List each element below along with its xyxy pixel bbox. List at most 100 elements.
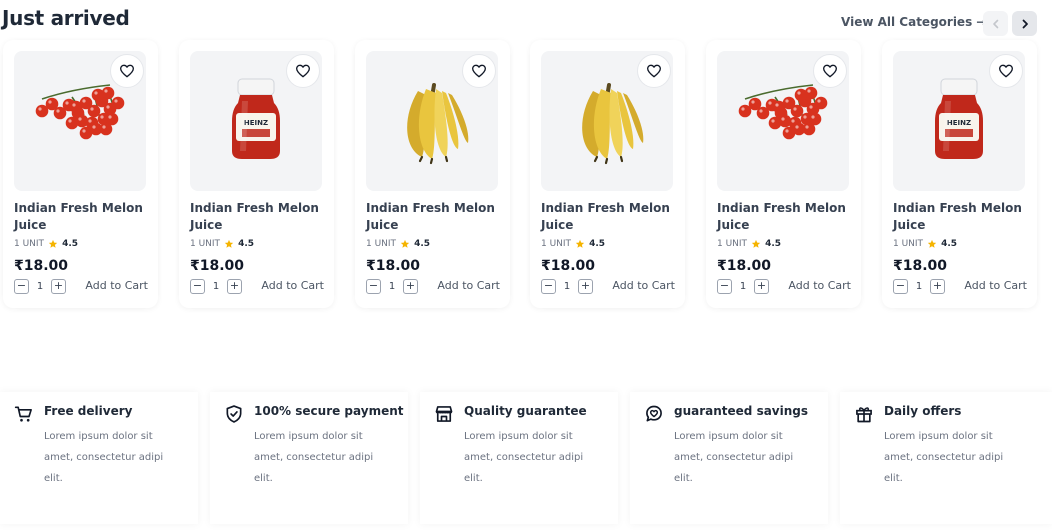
quantity-stepper: − 1 + — [717, 279, 769, 294]
product-rating: 4.5 — [941, 239, 958, 249]
shield-check-icon — [226, 405, 242, 423]
feature-description-line: amet, consectetur adipi — [254, 452, 374, 463]
wishlist-button[interactable] — [813, 54, 847, 88]
increase-qty-button[interactable]: + — [930, 279, 945, 294]
wishlist-button[interactable] — [637, 54, 671, 88]
product-name[interactable]: Indian Fresh Melon Juice — [366, 200, 498, 234]
product-name[interactable]: Indian Fresh Melon Juice — [893, 200, 1025, 234]
wishlist-button[interactable] — [462, 54, 496, 88]
increase-qty-button[interactable]: + — [578, 279, 593, 294]
wishlist-button[interactable] — [286, 54, 320, 88]
quantity-stepper: − 1 + — [366, 279, 418, 294]
product-meta: 1 UNIT 4.5 — [190, 239, 254, 249]
shield-check-icon-wrap — [224, 404, 244, 424]
product-price: ₹18.00 — [190, 258, 245, 274]
decrease-qty-button[interactable]: − — [14, 279, 29, 294]
features-section: Free delivery Lorem ipsum dolor sit amet, … — [0, 392, 1052, 531]
add-to-cart-button[interactable]: Add to Cart — [788, 279, 851, 292]
product-unit: 1 UNIT — [893, 239, 924, 249]
view-all-label: View All Categories — [841, 15, 973, 29]
decrease-qty-button[interactable]: − — [366, 279, 381, 294]
product-unit: 1 UNIT — [366, 239, 397, 249]
add-to-cart-button[interactable]: Add to Cart — [261, 279, 324, 292]
quantity-value: 1 — [915, 281, 923, 292]
decrease-qty-button[interactable]: − — [190, 279, 205, 294]
feature-card: Quality guarantee Lorem ipsum dolor sit am… — [420, 392, 618, 524]
svg-text:HEINZ: HEINZ — [947, 119, 971, 127]
product-rating: 4.5 — [414, 239, 431, 249]
carousel-prev-button[interactable] — [983, 11, 1008, 36]
feature-description-line: amet, consectetur adipi — [884, 452, 1004, 463]
wishlist-button[interactable] — [110, 54, 144, 88]
cart-icon-wrap — [14, 404, 34, 424]
product-card[interactable]: HEINZ Indian Fresh Melon Juice 1 UNIT 4.… — [882, 40, 1037, 308]
section-title: Just arrived — [2, 6, 130, 30]
star-icon — [575, 239, 585, 248]
increase-qty-button[interactable]: + — [754, 279, 769, 294]
feature-card: guaranteed savings Lorem ipsum dolor sit a… — [630, 392, 828, 524]
product-price: ₹18.00 — [366, 258, 421, 274]
product-name[interactable]: Indian Fresh Melon Juice — [717, 200, 849, 234]
add-to-cart-button[interactable]: Add to Cart — [612, 279, 675, 292]
gift-icon-wrap — [854, 404, 874, 424]
add-to-cart-button[interactable]: Add to Cart — [964, 279, 1027, 292]
svg-text:HEINZ: HEINZ — [244, 119, 268, 127]
view-all-categories-link[interactable]: View All Categories → — [841, 15, 986, 29]
heart-icon — [999, 64, 1013, 78]
product-unit: 1 UNIT — [717, 239, 748, 249]
quantity-value: 1 — [388, 281, 396, 292]
feature-title: Quality guarantee — [464, 404, 587, 418]
product-card[interactable]: HEINZ Indian Fresh Melon Juice 1 UNIT 4.… — [179, 40, 334, 308]
product-name[interactable]: Indian Fresh Melon Juice — [190, 200, 322, 234]
increase-qty-button[interactable]: + — [227, 279, 242, 294]
product-unit: 1 UNIT — [541, 239, 572, 249]
product-card[interactable]: Indian Fresh Melon Juice 1 UNIT 4.5 ₹18.… — [3, 40, 158, 308]
add-to-cart-button[interactable]: Add to Cart — [437, 279, 500, 292]
feature-title: Daily offers — [884, 404, 962, 418]
feature-description-line: elit. — [44, 473, 63, 484]
quantity-value: 1 — [36, 281, 44, 292]
product-rating: 4.5 — [62, 239, 79, 249]
feature-description-line: Lorem ipsum dolor sit — [674, 431, 783, 442]
heart-icon — [472, 64, 486, 78]
increase-qty-button[interactable]: + — [51, 279, 66, 294]
product-rating: 4.5 — [765, 239, 782, 249]
heart-icon — [120, 64, 134, 78]
product-name[interactable]: Indian Fresh Melon Juice — [14, 200, 146, 234]
product-unit: 1 UNIT — [14, 239, 45, 249]
quantity-value: 1 — [739, 281, 747, 292]
cart-icon — [14, 406, 32, 422]
feature-description-line: elit. — [884, 473, 903, 484]
product-price: ₹18.00 — [541, 258, 596, 274]
decrease-qty-button[interactable]: − — [717, 279, 732, 294]
product-rating: 4.5 — [589, 239, 606, 249]
product-card[interactable]: Indian Fresh Melon Juice 1 UNIT 4.5 ₹18.… — [355, 40, 510, 308]
feature-title: guaranteed savings — [674, 404, 809, 418]
add-to-cart-button[interactable]: Add to Cart — [85, 279, 148, 292]
decrease-qty-button[interactable]: − — [541, 279, 556, 294]
chevron-right-icon — [1022, 19, 1028, 28]
feature-card: Free delivery Lorem ipsum dolor sit amet, … — [0, 392, 198, 524]
quantity-stepper: − 1 + — [190, 279, 242, 294]
increase-qty-button[interactable]: + — [403, 279, 418, 294]
chevron-left-icon — [992, 19, 998, 28]
product-card[interactable]: Indian Fresh Melon Juice 1 UNIT 4.5 ₹18.… — [706, 40, 861, 308]
feature-card: 100% secure payment Lorem ipsum dolor sit… — [210, 392, 408, 524]
product-unit: 1 UNIT — [190, 239, 221, 249]
feature-description-line: amet, consectetur adipi — [464, 452, 584, 463]
feature-description-line: amet, consectetur adipi — [674, 452, 794, 463]
feature-description-line: Lorem ipsum dolor sit — [254, 431, 363, 442]
star-icon — [400, 239, 410, 248]
star-icon — [224, 239, 234, 248]
product-card[interactable]: Indian Fresh Melon Juice 1 UNIT 4.5 ₹18.… — [530, 40, 685, 308]
wishlist-button[interactable] — [989, 54, 1023, 88]
star-icon — [751, 239, 761, 248]
product-meta: 1 UNIT 4.5 — [14, 239, 78, 249]
decrease-qty-button[interactable]: − — [893, 279, 908, 294]
carousel-next-button[interactable] — [1012, 11, 1037, 36]
gift-icon — [856, 407, 872, 423]
product-name[interactable]: Indian Fresh Melon Juice — [541, 200, 673, 234]
quantity-stepper: − 1 + — [893, 279, 945, 294]
feature-description-line: Lorem ipsum dolor sit — [464, 431, 573, 442]
feature-title: 100% secure payment — [254, 404, 404, 418]
